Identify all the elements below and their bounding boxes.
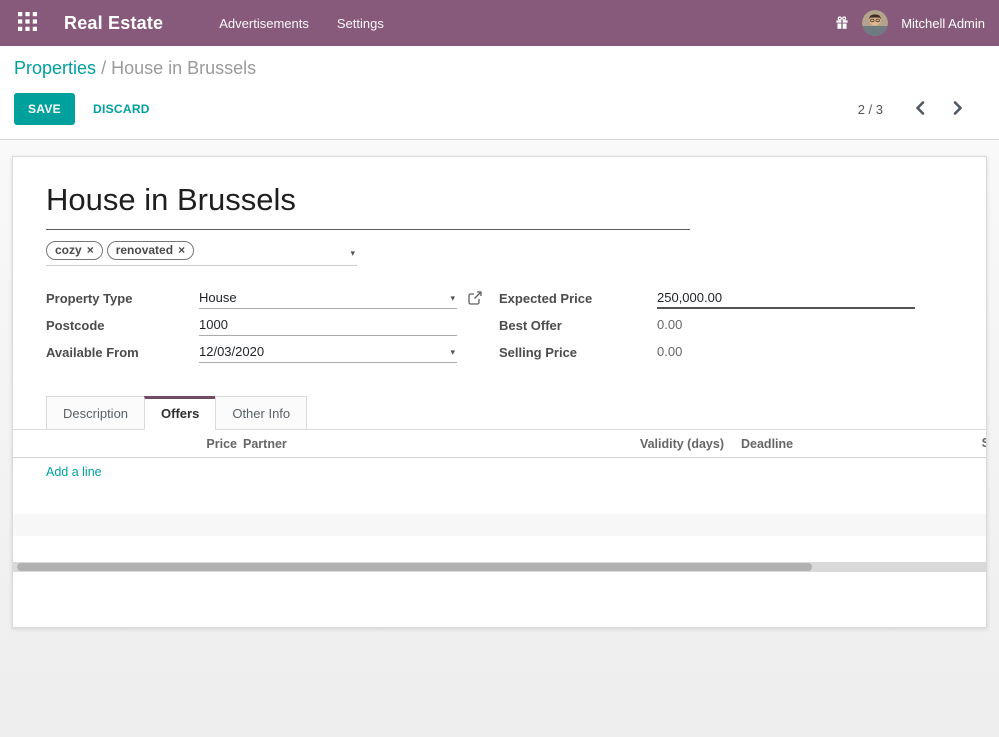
app-title[interactable]: Real Estate xyxy=(64,13,163,34)
field-best-offer: Best Offer 0.00 xyxy=(499,317,953,336)
breadcrumb-separator: / xyxy=(101,58,106,78)
save-button[interactable]: SAVE xyxy=(14,93,75,125)
external-link-icon[interactable] xyxy=(468,291,482,305)
tags-field[interactable]: cozy × renovated × ▾ xyxy=(46,241,357,266)
property-name-input[interactable]: House in Brussels xyxy=(46,183,690,230)
best-offer-value: 0.00 xyxy=(657,317,915,335)
apps-grid-icon xyxy=(18,12,37,34)
tag-remove-icon[interactable]: × xyxy=(87,244,94,256)
column-header-validity[interactable]: Validity (days) xyxy=(491,437,724,451)
column-header-status-clipped[interactable]: S xyxy=(982,436,987,450)
sheet-bottom-space xyxy=(13,572,986,624)
column-header-price[interactable]: Price xyxy=(13,437,237,451)
field-property-type: Property Type House ▾ xyxy=(46,290,499,309)
add-a-line-link[interactable]: Add a line xyxy=(46,465,102,479)
postcode-input[interactable]: 1000 xyxy=(199,317,457,336)
apps-menu-button[interactable] xyxy=(10,0,44,46)
content-area: House in Brussels cozy × renovated × ▾ xyxy=(0,140,999,737)
tag-label: cozy xyxy=(55,243,82,257)
pager-value: 2 / 3 xyxy=(858,102,883,117)
tab-description[interactable]: Description xyxy=(46,396,145,430)
field-value[interactable]: House xyxy=(199,290,457,309)
property-type-select[interactable]: House ▾ xyxy=(199,290,457,309)
horizontal-scrollbar-track[interactable] xyxy=(13,562,986,572)
field-selling-price: Selling Price 0.00 xyxy=(499,344,953,363)
empty-list-row xyxy=(13,485,986,514)
field-label: Property Type xyxy=(46,290,199,306)
field-label: Postcode xyxy=(46,317,199,333)
left-field-column: Property Type House ▾ xyxy=(46,290,499,363)
add-line-row: Add a line xyxy=(13,458,986,485)
tag-remove-icon[interactable]: × xyxy=(178,244,185,256)
field-value: 0.00 xyxy=(657,344,915,362)
top-menu: Advertisements Settings xyxy=(219,16,384,31)
offers-list: Price Partner Validity (days) Deadline S… xyxy=(13,430,986,624)
tab-other-info[interactable]: Other Info xyxy=(215,396,307,430)
avatar[interactable] xyxy=(862,10,888,36)
field-label: Selling Price xyxy=(499,344,657,360)
field-postcode: Postcode 1000 xyxy=(46,317,499,336)
top-navbar: Real Estate Advertisements Settings xyxy=(0,0,999,46)
empty-list-row xyxy=(13,536,986,562)
breadcrumb-current: House in Brussels xyxy=(111,58,256,78)
pager-previous-button[interactable] xyxy=(909,97,931,122)
field-value[interactable]: 1000 xyxy=(199,317,457,336)
pager: 2 / 3 xyxy=(858,97,969,122)
tag-renovated: renovated × xyxy=(107,241,194,260)
available-from-datepicker[interactable]: 12/03/2020 ▾ xyxy=(199,344,457,363)
notebook: Description Offers Other Info Price Part… xyxy=(13,396,986,624)
navbar-right: Mitchell Admin xyxy=(835,10,985,36)
chevron-left-icon xyxy=(915,101,925,118)
selling-price-value: 0.00 xyxy=(657,344,915,362)
horizontal-scrollbar-thumb[interactable] xyxy=(17,563,812,571)
caret-down-icon[interactable]: ▾ xyxy=(450,294,455,303)
tab-offers[interactable]: Offers xyxy=(144,396,216,430)
gift-icon[interactable] xyxy=(835,16,849,30)
breadcrumb: Properties / House in Brussels xyxy=(14,58,985,79)
field-grid: Property Type House ▾ xyxy=(46,290,953,363)
menu-settings[interactable]: Settings xyxy=(337,16,384,31)
discard-button[interactable]: DISCARD xyxy=(93,102,150,116)
tag-cozy: cozy × xyxy=(46,241,103,260)
expected-price-input[interactable]: 250,000.00 xyxy=(657,290,915,309)
field-value: 0.00 xyxy=(657,317,915,335)
column-header-deadline[interactable]: Deadline xyxy=(724,437,986,451)
form-sheet: House in Brussels cozy × renovated × ▾ xyxy=(12,156,987,628)
field-value[interactable]: 250,000.00 xyxy=(657,290,915,309)
tab-bar: Description Offers Other Info xyxy=(13,396,986,430)
user-name[interactable]: Mitchell Admin xyxy=(901,16,985,31)
field-label: Expected Price xyxy=(499,290,657,306)
right-field-column: Expected Price 250,000.00 Best Offer 0.0… xyxy=(499,290,953,363)
control-panel-buttons: SAVE DISCARD 2 / 3 xyxy=(14,93,985,125)
tag-label: renovated xyxy=(116,243,173,257)
pager-next-button[interactable] xyxy=(947,97,969,122)
caret-down-icon[interactable]: ▾ xyxy=(350,249,355,258)
caret-down-icon[interactable]: ▾ xyxy=(450,348,455,357)
menu-advertisements[interactable]: Advertisements xyxy=(219,16,309,31)
chevron-right-icon xyxy=(953,101,963,118)
breadcrumb-properties[interactable]: Properties xyxy=(14,58,96,78)
field-label: Best Offer xyxy=(499,317,657,333)
field-expected-price: Expected Price 250,000.00 xyxy=(499,290,953,309)
control-panel: Properties / House in Brussels SAVE DISC… xyxy=(0,46,999,140)
page: Real Estate Advertisements Settings xyxy=(0,0,999,737)
field-available-from: Available From 12/03/2020 ▾ xyxy=(46,344,499,363)
field-value[interactable]: 12/03/2020 xyxy=(199,344,457,363)
offers-list-header: Price Partner Validity (days) Deadline S xyxy=(13,430,986,458)
column-header-partner[interactable]: Partner xyxy=(237,437,491,451)
field-label: Available From xyxy=(46,344,199,360)
empty-list-row xyxy=(13,514,986,536)
